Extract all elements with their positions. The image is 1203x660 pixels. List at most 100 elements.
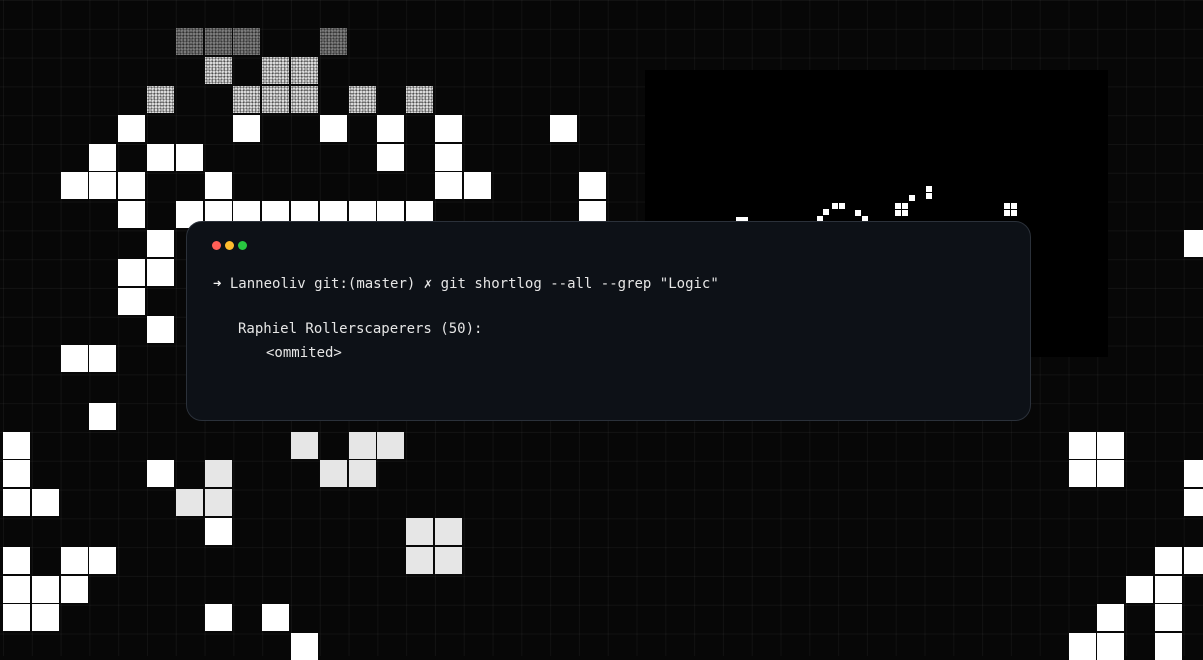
pixel-cell	[204, 489, 232, 517]
pixel-cell	[3, 546, 30, 574]
pixel-cell	[118, 287, 146, 315]
command-text: git shortlog --all --grep "Logic"	[440, 276, 719, 292]
pixel-cell	[1068, 431, 1096, 459]
pixel-cell	[291, 85, 318, 113]
pixel-cell	[1155, 604, 1182, 632]
pixel-cell	[204, 28, 232, 56]
pixel-cell	[89, 345, 117, 373]
pixel-cell	[262, 604, 290, 632]
prompt-directory: Lanneoliv	[229, 276, 306, 292]
pixel-cell	[3, 604, 30, 632]
pixel-cell	[118, 258, 146, 286]
pixel-cell	[435, 114, 462, 142]
pixel-cell	[3, 460, 30, 488]
pixel-cell	[204, 604, 232, 632]
pixel-cell	[1183, 229, 1203, 257]
pixel-cell	[1097, 460, 1125, 488]
pixel-cell	[406, 517, 434, 545]
pixel-dot	[832, 203, 838, 209]
pixel-dot	[855, 210, 861, 216]
pixel-cell	[147, 85, 174, 113]
pixel-dot	[1011, 203, 1017, 209]
pixel-cell	[1155, 575, 1182, 603]
pixel-cell	[1068, 460, 1096, 488]
pixel-cell	[435, 546, 462, 574]
pixel-cell	[291, 57, 318, 85]
pixel-cell	[406, 546, 434, 574]
pixel-cell	[377, 143, 405, 171]
pixel-cell	[348, 85, 376, 113]
pixel-cell	[377, 114, 405, 142]
pixel-cell	[435, 143, 462, 171]
pixel-cell	[3, 489, 30, 517]
pixel-cell	[1183, 546, 1203, 574]
pixel-cell	[348, 460, 376, 488]
maximize-dot-icon[interactable]	[238, 241, 247, 250]
pixel-dot	[902, 203, 908, 209]
pixel-cell	[1126, 575, 1154, 603]
prompt-arrow-icon: ➜	[213, 276, 222, 292]
pixel-cell	[319, 114, 347, 142]
pixel-cell	[204, 172, 232, 200]
pixel-cell	[89, 143, 117, 171]
pixel-dot	[895, 210, 901, 216]
pixel-cell	[89, 402, 117, 430]
pixel-cell	[147, 229, 174, 257]
pixel-dot	[1004, 210, 1010, 216]
pixel-cell	[175, 489, 203, 517]
pixel-cell	[118, 201, 146, 229]
pixel-cell	[463, 172, 491, 200]
pixel-cell	[60, 575, 88, 603]
pixel-dot	[909, 195, 915, 201]
pixel-cell	[147, 143, 174, 171]
pixel-cell	[60, 172, 88, 200]
pixel-cell	[60, 546, 88, 574]
pixel-cell	[31, 604, 59, 632]
prompt-line: ➜ Lanneoliv git:(master) ✗ git shortlog …	[213, 275, 719, 293]
pixel-cell	[118, 114, 146, 142]
pixel-cell	[89, 546, 117, 574]
pixel-cell	[233, 114, 261, 142]
close-dot-icon[interactable]	[212, 241, 221, 250]
pixel-cell	[60, 345, 88, 373]
pixel-cell	[377, 431, 405, 459]
pixel-cell	[435, 517, 462, 545]
pixel-cell	[1155, 546, 1182, 574]
terminal-window[interactable]: ➜ Lanneoliv git:(master) ✗ git shortlog …	[186, 221, 1031, 421]
pixel-dot	[895, 203, 901, 209]
pixel-cell	[31, 575, 59, 603]
pixel-cell	[291, 431, 318, 459]
pixel-cell	[406, 85, 434, 113]
pixel-dot	[926, 186, 932, 192]
pixel-cell	[3, 575, 30, 603]
pixel-cell	[579, 172, 606, 200]
pixel-cell	[147, 460, 174, 488]
pixel-cell	[31, 489, 59, 517]
pixel-cell	[147, 258, 174, 286]
pixel-cell	[319, 460, 347, 488]
pixel-cell	[1097, 604, 1125, 632]
pixel-cell	[1097, 431, 1125, 459]
pixel-cell	[348, 431, 376, 459]
pixel-cell	[3, 431, 30, 459]
pixel-cell	[550, 114, 578, 142]
pixel-cell	[233, 85, 261, 113]
prompt-branch: git:(master)	[314, 276, 416, 292]
pixel-cell	[1183, 460, 1203, 488]
minimize-dot-icon[interactable]	[225, 241, 234, 250]
pixel-cell	[319, 28, 347, 56]
pixel-cell	[175, 143, 203, 171]
pixel-dot	[1011, 210, 1017, 216]
pixel-dot	[926, 193, 932, 199]
pixel-cell	[204, 57, 232, 85]
pixel-dot	[1004, 203, 1010, 209]
pixel-cell	[118, 172, 146, 200]
shortlog-author: Raphiel Rollerscaperers (50):	[238, 321, 483, 337]
pixel-cell	[262, 57, 290, 85]
pixel-dot	[823, 209, 829, 215]
pixel-cell	[175, 28, 203, 56]
pixel-cell	[204, 517, 232, 545]
pixel-cell	[435, 172, 462, 200]
pixel-cell	[204, 460, 232, 488]
pixel-cell	[233, 28, 261, 56]
